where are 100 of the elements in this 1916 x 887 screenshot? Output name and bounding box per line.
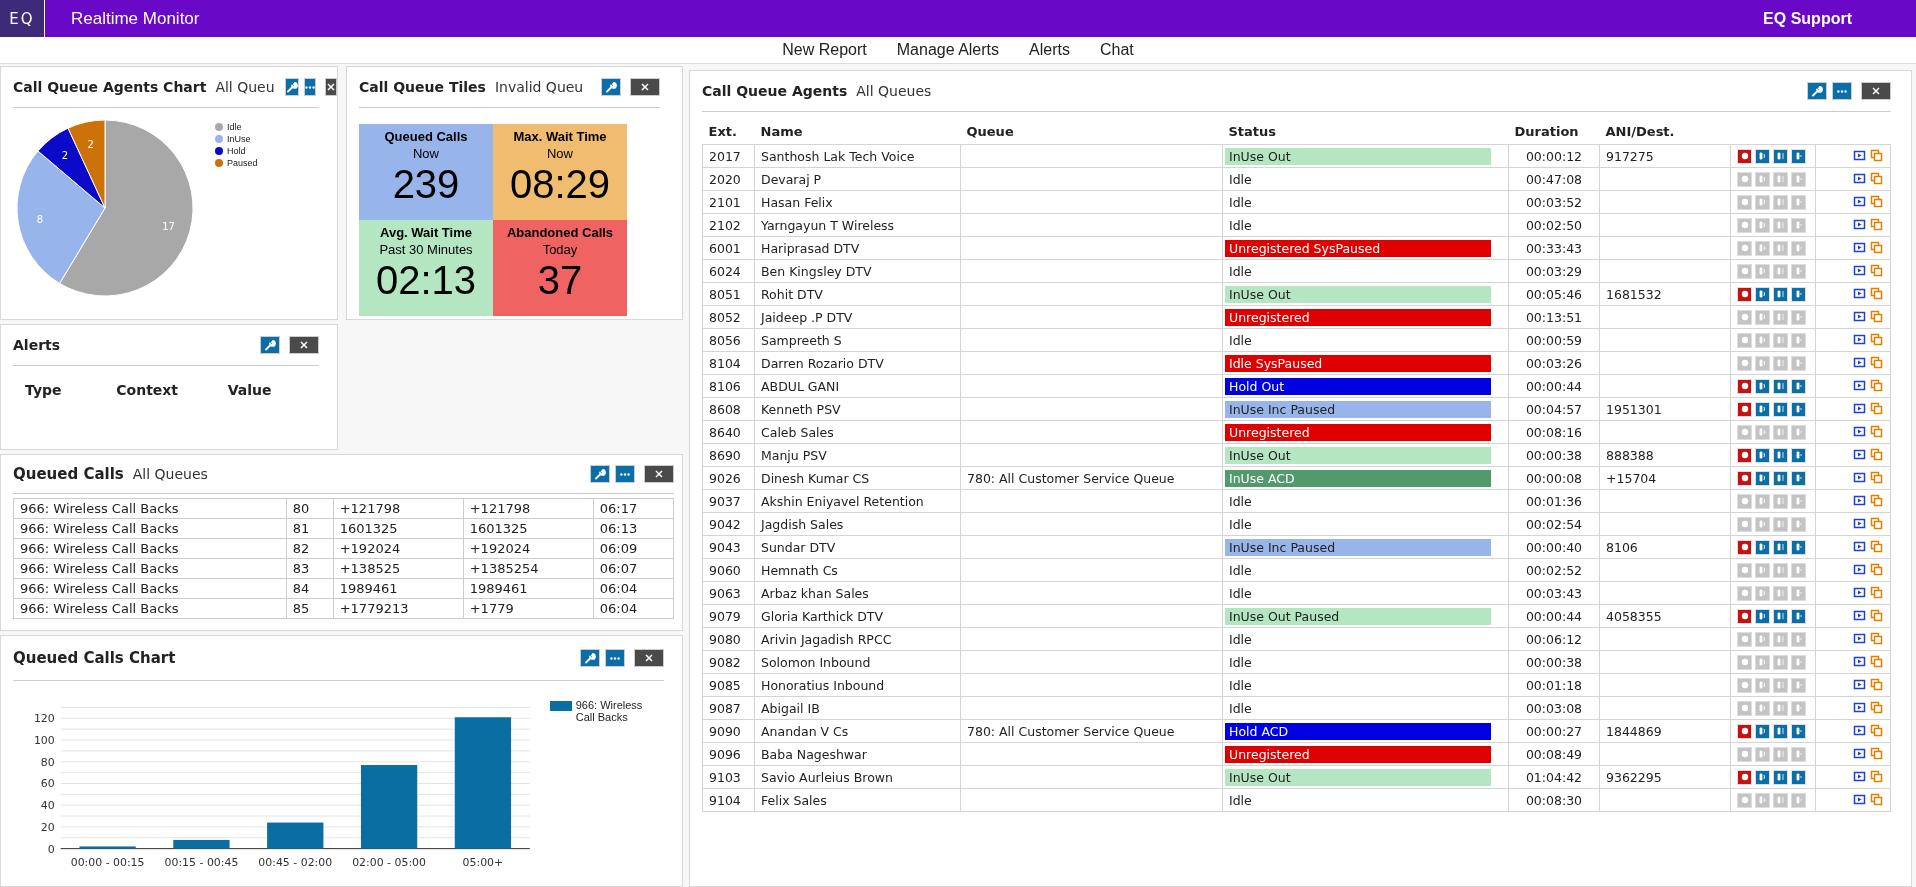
phone-icon[interactable] — [1755, 539, 1770, 555]
phone-icon[interactable] — [1755, 447, 1770, 463]
window-icon[interactable] — [1853, 770, 1867, 784]
wrench-button[interactable] — [601, 78, 621, 96]
phone-icon[interactable] — [1773, 608, 1788, 624]
record-icon[interactable] — [1737, 378, 1752, 394]
phone-icon[interactable] — [1755, 769, 1770, 785]
phone-icon[interactable] — [1755, 401, 1770, 417]
table-cell: 00:00:44 — [1508, 604, 1600, 628]
minimize-button[interactable] — [605, 649, 625, 667]
close-button[interactable] — [630, 78, 660, 96]
window-icon[interactable] — [1853, 425, 1867, 439]
phone-icon[interactable] — [1755, 608, 1770, 624]
table-cell: 83 — [286, 558, 334, 579]
window-icon[interactable] — [1853, 563, 1867, 577]
window-icon[interactable] — [1853, 287, 1867, 301]
table-cell: 966: Wireless Call Backs — [13, 558, 287, 579]
wrench-button[interactable] — [260, 336, 280, 354]
wrench-button[interactable] — [580, 649, 600, 667]
close-button[interactable] — [634, 649, 664, 667]
table-cell: 06:17 — [593, 498, 674, 519]
dots-icon — [610, 656, 620, 660]
phone-icon[interactable] — [1791, 539, 1806, 555]
window-icon[interactable] — [1853, 195, 1867, 209]
y-tick-label: 20 — [40, 820, 55, 834]
phone-icon[interactable] — [1791, 447, 1806, 463]
record-icon[interactable] — [1737, 401, 1752, 417]
window-icon[interactable] — [1853, 540, 1867, 554]
wrench-button[interactable] — [590, 465, 610, 483]
minimize-button[interactable] — [303, 78, 316, 96]
phone-icon[interactable] — [1773, 723, 1788, 739]
minimize-button[interactable] — [615, 465, 635, 483]
window-icon[interactable] — [1853, 701, 1867, 715]
wrench-button[interactable] — [284, 78, 299, 96]
table-cell: Ben Kingsley DTV — [754, 259, 961, 283]
phone-icon[interactable] — [1773, 378, 1788, 394]
window-icon[interactable] — [1853, 632, 1867, 646]
column-header: Queue — [960, 120, 1223, 145]
support-link[interactable]: EQ Support — [1763, 9, 1852, 28]
window-icon[interactable] — [1853, 747, 1867, 761]
app-logo[interactable]: EQ — [0, 0, 45, 37]
phone-icon[interactable] — [1755, 148, 1770, 164]
window-icon[interactable] — [1853, 172, 1867, 186]
phone-icon[interactable] — [1755, 286, 1770, 302]
phone-icon[interactable] — [1791, 723, 1806, 739]
record-icon[interactable] — [1737, 539, 1752, 555]
window-icon[interactable] — [1853, 678, 1867, 692]
phone-icon[interactable] — [1791, 286, 1806, 302]
record-icon[interactable] — [1737, 608, 1752, 624]
phone-icon[interactable] — [1755, 470, 1770, 486]
window-icon[interactable] — [1853, 448, 1867, 462]
close-button[interactable] — [1861, 82, 1891, 100]
window-icon[interactable] — [1853, 402, 1867, 416]
close-button[interactable] — [644, 465, 674, 483]
window-icon[interactable] — [1853, 310, 1867, 324]
window-icon[interactable] — [1853, 149, 1867, 163]
record-icon[interactable] — [1737, 447, 1752, 463]
phone-icon[interactable] — [1791, 401, 1806, 417]
window-icon[interactable] — [1853, 241, 1867, 255]
phone-icon[interactable] — [1773, 470, 1788, 486]
nav-link[interactable]: Alerts — [1029, 41, 1070, 59]
window-icon[interactable] — [1853, 356, 1867, 370]
phone-icon[interactable] — [1773, 286, 1788, 302]
phone-icon[interactable] — [1791, 470, 1806, 486]
nav-link[interactable]: Manage Alerts — [896, 41, 1000, 59]
window-icon[interactable] — [1853, 793, 1867, 807]
window-icon[interactable] — [1853, 586, 1867, 600]
record-icon[interactable] — [1737, 286, 1752, 302]
record-icon[interactable] — [1737, 769, 1752, 785]
window-icon[interactable] — [1853, 218, 1867, 232]
phone-icon[interactable] — [1773, 539, 1788, 555]
window-icon[interactable] — [1853, 333, 1867, 347]
record-icon[interactable] — [1737, 723, 1752, 739]
phone-icon[interactable] — [1773, 769, 1788, 785]
phone-icon[interactable] — [1791, 148, 1806, 164]
phone-icon[interactable] — [1773, 148, 1788, 164]
window-icon[interactable] — [1853, 379, 1867, 393]
close-button[interactable] — [289, 336, 319, 354]
window-icon[interactable] — [1853, 494, 1867, 508]
minimize-button[interactable] — [1832, 82, 1852, 100]
phone-icon[interactable] — [1755, 378, 1770, 394]
phone-icon[interactable] — [1773, 401, 1788, 417]
window-icon[interactable] — [1853, 471, 1867, 485]
phone-icon[interactable] — [1791, 769, 1806, 785]
phone-icon[interactable] — [1791, 378, 1806, 394]
phone-icon[interactable] — [1791, 608, 1806, 624]
phone-icon[interactable] — [1773, 447, 1788, 463]
window-icon[interactable] — [1853, 609, 1867, 623]
window-icon[interactable] — [1853, 655, 1867, 669]
nav-link[interactable]: Chat — [1099, 41, 1134, 59]
window-icon[interactable] — [1853, 264, 1867, 278]
window-icon[interactable] — [1853, 724, 1867, 738]
window-icon[interactable] — [1853, 517, 1867, 531]
record-icon[interactable] — [1737, 470, 1752, 486]
wrench-button[interactable] — [1807, 82, 1827, 100]
phone-icon[interactable] — [1755, 723, 1770, 739]
table-cell: 888388 — [1599, 443, 1731, 467]
close-button[interactable] — [324, 78, 337, 96]
nav-link[interactable]: New Report — [782, 41, 867, 59]
record-icon[interactable] — [1737, 148, 1752, 164]
